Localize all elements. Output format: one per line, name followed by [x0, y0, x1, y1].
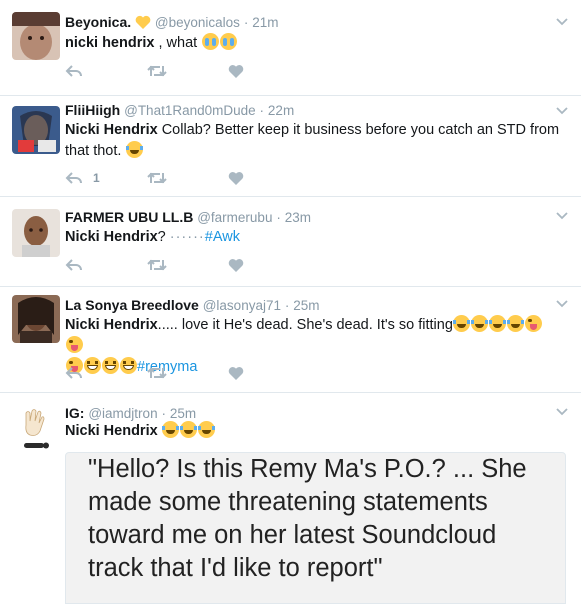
reply-icon	[65, 172, 82, 184]
like-button[interactable]	[228, 168, 244, 188]
retweet-icon	[147, 172, 167, 184]
tweet-body: ..... love it He's dead. She's dead. It'…	[157, 317, 453, 333]
reply-icon	[65, 259, 82, 271]
display-name[interactable]: Beyonica.	[65, 14, 131, 30]
like-button[interactable]	[228, 363, 244, 383]
separator-dot: ·	[161, 406, 166, 421]
tears-of-joy-icon	[507, 315, 525, 332]
tears-of-joy-icon	[489, 315, 507, 332]
display-name[interactable]: FARMER UBU LL.B	[65, 209, 193, 225]
timestamp[interactable]: 23m	[285, 210, 311, 225]
reply-button[interactable]: 1	[65, 168, 100, 188]
eyes-icon: ······	[169, 229, 205, 245]
mention[interactable]: Nicki Hendrix	[65, 122, 158, 138]
media-quote-text: "Hello? Is this Remy Ma's P.O.? ... She …	[88, 455, 527, 582]
reply-icon	[65, 65, 82, 77]
like-button[interactable]	[228, 255, 244, 275]
timestamp[interactable]: 25m	[293, 298, 319, 313]
crying-face-icon	[219, 33, 237, 50]
chevron-down-icon[interactable]	[555, 297, 569, 311]
heart-icon	[228, 171, 244, 185]
tweet-text: Nicki Hendrix? ······#Awk	[65, 227, 560, 248]
reply-button[interactable]	[65, 61, 83, 81]
tears-of-joy-icon	[125, 141, 143, 158]
retweet-icon	[147, 259, 167, 271]
yellow-heart-icon	[135, 15, 151, 29]
chevron-down-icon[interactable]	[555, 209, 569, 223]
like-button[interactable]	[228, 61, 244, 81]
tweet[interactable]: La Sonya Breedlove @lasonyaj71 · 25m Nic…	[0, 287, 581, 393]
tears-of-joy-icon	[471, 315, 489, 332]
crying-face-icon	[201, 33, 219, 50]
separator-dot: ·	[284, 298, 290, 313]
user-handle[interactable]: @lasonyaj71	[203, 298, 281, 313]
reply-button[interactable]	[65, 255, 83, 275]
retweet-icon	[147, 367, 167, 379]
heart-icon	[228, 64, 244, 78]
display-name[interactable]: IG:	[65, 405, 84, 421]
separator-dot: ·	[276, 210, 281, 225]
winking-tongue-icon	[525, 315, 543, 332]
user-handle[interactable]: @That1Rand0mDude	[124, 103, 256, 118]
hashtag-link[interactable]: #Awk	[205, 229, 240, 245]
retweet-button[interactable]	[147, 255, 167, 275]
reply-count: 1	[93, 171, 100, 185]
display-name[interactable]: La Sonya Breedlove	[65, 297, 199, 313]
tweet-text: Nicki Hendrix	[65, 421, 560, 442]
media-image[interactable]: "Hello? Is this Remy Ma's P.O.? ... She …	[65, 452, 566, 604]
retweet-button[interactable]	[147, 61, 167, 81]
heart-icon	[228, 366, 244, 380]
mention[interactable]: nicki hendrix	[65, 35, 154, 51]
timestamp[interactable]: 25m	[170, 406, 196, 421]
heart-icon	[228, 258, 244, 272]
mention[interactable]: Nicki Hendrix	[65, 317, 158, 333]
retweet-button[interactable]	[147, 168, 167, 188]
avatar[interactable]	[12, 405, 60, 453]
user-handle[interactable]: @beyonicalos	[155, 15, 240, 30]
tweet-body: , what	[154, 35, 198, 51]
avatar[interactable]	[12, 295, 60, 343]
timestamp[interactable]: 22m	[268, 103, 294, 118]
tweet-text: nicki hendrix , what	[65, 33, 560, 54]
tears-of-joy-icon	[180, 421, 198, 438]
reply-button[interactable]	[65, 363, 83, 383]
tweet[interactable]: FARMER UBU LL.B @farmerubu · 23m Nicki H…	[0, 197, 581, 287]
avatar[interactable]	[12, 209, 60, 257]
user-handle[interactable]: @iamdjtron	[88, 406, 157, 421]
mention[interactable]: Nicki Hendrix	[65, 229, 158, 245]
timestamp[interactable]: 21m	[252, 15, 278, 30]
tweet[interactable]: Beyonica. @beyonicalos · 21m nicki hendr…	[0, 0, 581, 96]
chevron-down-icon[interactable]	[555, 15, 569, 29]
separator-dot: ·	[243, 15, 249, 30]
avatar[interactable]	[12, 106, 60, 154]
winking-tongue-icon	[65, 336, 83, 353]
retweet-button[interactable]	[147, 363, 167, 383]
separator-dot: ·	[259, 103, 265, 118]
tears-of-joy-icon	[198, 421, 216, 438]
tweet-body: ?	[157, 229, 170, 245]
chevron-down-icon[interactable]	[555, 104, 569, 118]
tears-of-joy-icon	[162, 421, 180, 438]
user-handle[interactable]: @farmerubu	[197, 210, 272, 225]
reply-icon	[65, 367, 82, 379]
retweet-icon	[147, 65, 167, 77]
tweet-text: Nicki Hendrix Collab? Better keep it bus…	[65, 120, 560, 162]
mention[interactable]: Nicki Hendrix	[65, 423, 158, 439]
display-name[interactable]: FliiHiigh	[65, 102, 120, 118]
avatar[interactable]	[12, 12, 60, 60]
chevron-down-icon[interactable]	[555, 405, 569, 419]
tweet[interactable]: FliiHiigh @That1Rand0mDude · 22m Nicki H…	[0, 96, 581, 197]
tears-of-joy-icon	[453, 315, 471, 332]
